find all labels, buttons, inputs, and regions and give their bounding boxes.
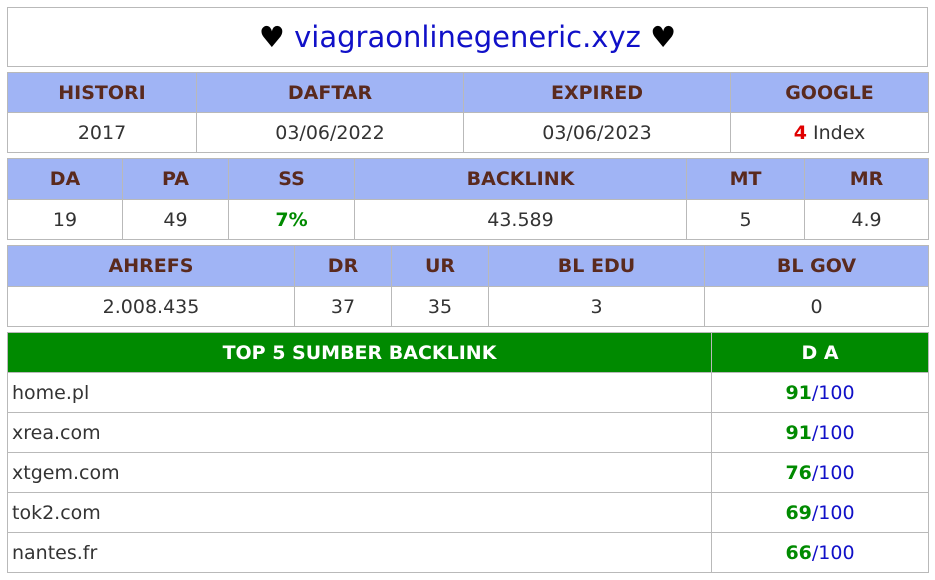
- pa-value: 49: [122, 199, 229, 240]
- header-histori: HISTORI: [7, 72, 197, 113]
- da-max: /100: [811, 501, 855, 524]
- expired-value: 03/06/2023: [463, 112, 731, 153]
- header-expired: EXPIRED: [463, 72, 731, 113]
- google-index-label: Index: [812, 121, 866, 144]
- source-da: 76/100: [711, 452, 929, 493]
- mt-value: 5: [686, 199, 805, 240]
- moz-metrics-table: DA PA SS BACKLINK MT MR 19 49 7% 43.589 …: [7, 158, 929, 240]
- heart-right: ♥: [650, 20, 677, 54]
- domain-name: viagraonlinegeneric.xyz: [294, 20, 641, 54]
- header-ahrefs: AHREFS: [7, 245, 295, 287]
- header-ur: UR: [391, 245, 489, 287]
- header-mr: MR: [804, 158, 929, 200]
- header-mt: MT: [686, 158, 805, 200]
- table-row: tok2.com 69/100: [7, 492, 929, 533]
- backlink-value: 43.589: [354, 199, 687, 240]
- domain-info-table: HISTORI DAFTAR EXPIRED GOOGLE 2017 03/06…: [7, 72, 929, 153]
- ahrefs-value: 2.008.435: [7, 286, 295, 327]
- ss-value: 7%: [228, 199, 355, 240]
- header-daftar: DAFTAR: [196, 72, 464, 113]
- da-value: 19: [7, 199, 123, 240]
- google-index: 4 Index: [730, 112, 929, 153]
- table-row: home.pl 91/100: [7, 372, 929, 413]
- header-bl-edu: BL EDU: [488, 245, 705, 287]
- source-da: 91/100: [711, 372, 929, 413]
- header-top-sources: TOP 5 SUMBER BACKLINK: [7, 332, 712, 373]
- table-row: xrea.com 91/100: [7, 412, 929, 453]
- ahrefs-metrics-table: AHREFS DR UR BL EDU BL GOV 2.008.435 37 …: [7, 245, 929, 327]
- da-max: /100: [811, 381, 855, 404]
- header-google: GOOGLE: [730, 72, 929, 113]
- source-domain: home.pl: [7, 372, 712, 413]
- header-da: DA: [7, 158, 123, 200]
- header-bl-gov: BL GOV: [704, 245, 929, 287]
- heart-left: ♥: [258, 20, 285, 54]
- table-row: nantes.fr 66/100: [7, 532, 929, 573]
- source-domain: tok2.com: [7, 492, 712, 533]
- google-index-count: 4: [793, 121, 807, 144]
- header-da-score: D A: [711, 332, 929, 373]
- source-da: 91/100: [711, 412, 929, 453]
- da-max: /100: [811, 541, 855, 564]
- da-score: 91: [785, 381, 812, 404]
- source-da: 69/100: [711, 492, 929, 533]
- page-title: ♥ viagraonlinegeneric.xyz ♥: [7, 7, 928, 67]
- table-row: xtgem.com 76/100: [7, 452, 929, 493]
- source-domain: xtgem.com: [7, 452, 712, 493]
- header-pa: PA: [122, 158, 229, 200]
- da-score: 69: [785, 501, 812, 524]
- bl-edu-value: 3: [488, 286, 705, 327]
- da-score: 66: [785, 541, 812, 564]
- bl-gov-value: 0: [704, 286, 929, 327]
- histori-value: 2017: [7, 112, 197, 153]
- header-backlink: BACKLINK: [354, 158, 687, 200]
- source-domain: nantes.fr: [7, 532, 712, 573]
- ur-value: 35: [391, 286, 489, 327]
- header-ss: SS: [228, 158, 355, 200]
- daftar-value: 03/06/2022: [196, 112, 464, 153]
- header-dr: DR: [294, 245, 392, 287]
- dr-value: 37: [294, 286, 392, 327]
- source-da: 66/100: [711, 532, 929, 573]
- da-max: /100: [811, 421, 855, 444]
- mr-value: 4.9: [804, 199, 929, 240]
- da-max: /100: [811, 461, 855, 484]
- top-backlinks-table: TOP 5 SUMBER BACKLINK D A home.pl 91/100…: [7, 332, 929, 573]
- da-score: 91: [785, 421, 812, 444]
- da-score: 76: [785, 461, 812, 484]
- source-domain: xrea.com: [7, 412, 712, 453]
